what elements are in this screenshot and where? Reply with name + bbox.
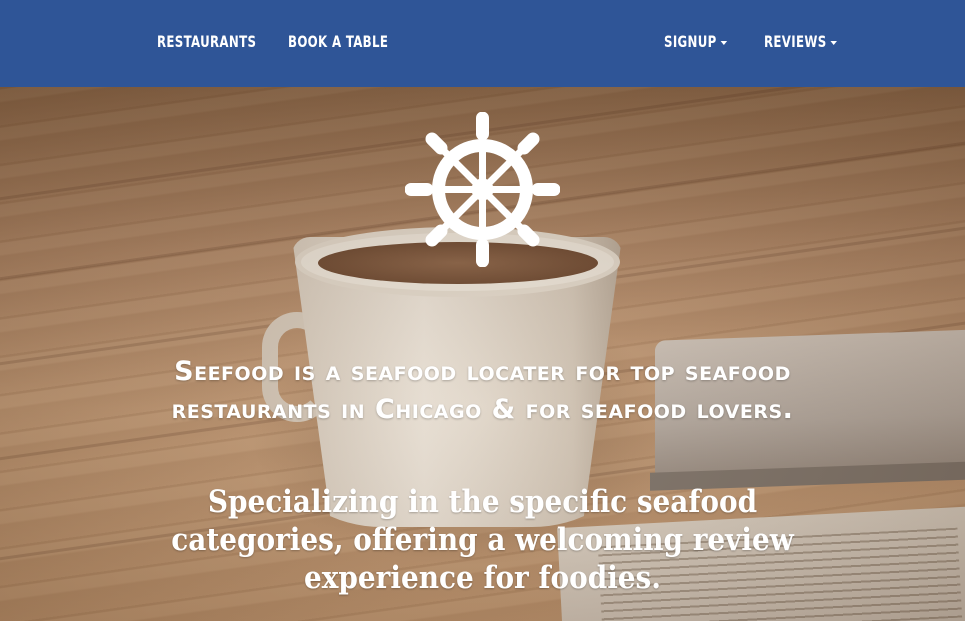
ship-wheel-icon: [405, 112, 560, 267]
chevron-down-icon: [720, 40, 728, 45]
nav-restaurants-link[interactable]: RESTAURANTS: [157, 32, 256, 51]
nav-signup-dropdown[interactable]: SIGNUP: [664, 32, 728, 51]
nav-reviews-dropdown[interactable]: REVIEWS: [764, 32, 838, 51]
nav-signup-label: SIGNUP: [664, 32, 717, 51]
chevron-down-icon: [830, 40, 838, 45]
nav-book-a-table-link[interactable]: BOOK A TABLE: [288, 32, 388, 51]
nav-reviews-label: REVIEWS: [764, 32, 827, 51]
hero-headline: Seefood is a seafood locater for top sea…: [171, 356, 794, 425]
hero-subline: Specializing in the specific seafood cat…: [171, 484, 794, 596]
top-navbar: RESTAURANTS BOOK A TABLE SIGNUP REVIEWS: [0, 0, 965, 87]
